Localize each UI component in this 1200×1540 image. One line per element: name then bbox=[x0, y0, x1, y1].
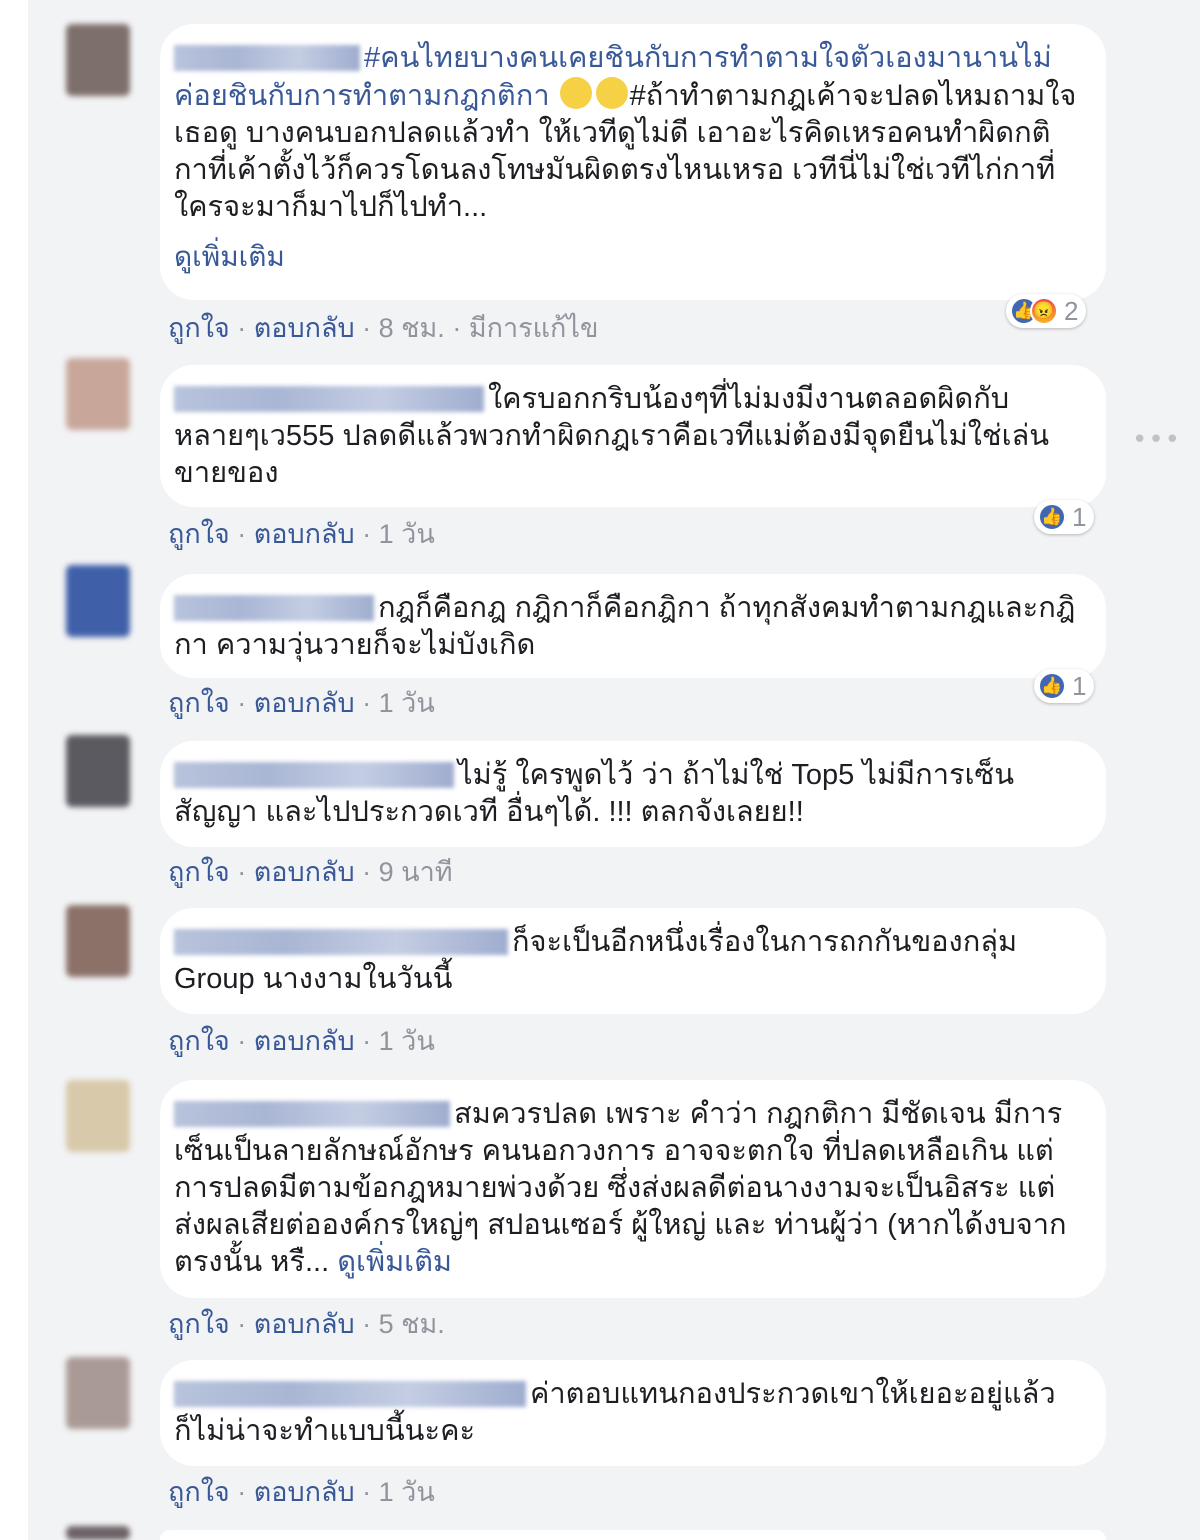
comment-bubble bbox=[160, 1530, 1106, 1540]
roll-eyes-emoji-icon bbox=[595, 77, 628, 109]
avatar[interactable] bbox=[66, 565, 130, 637]
reaction-count: 1 bbox=[1072, 501, 1087, 532]
reaction-summary[interactable]: 👍 1 bbox=[1034, 500, 1095, 534]
avatar[interactable] bbox=[66, 24, 130, 96]
reaction-count: 1 bbox=[1072, 670, 1087, 701]
timestamp[interactable]: 1 วัน bbox=[379, 1477, 435, 1507]
like-button[interactable]: ถูกใจ bbox=[168, 857, 230, 887]
timestamp[interactable]: 9 นาที bbox=[379, 857, 453, 887]
commenter-name[interactable] bbox=[174, 45, 360, 71]
reply-button[interactable]: ตอบกลับ bbox=[254, 1477, 355, 1507]
angry-reaction-icon: 😠 bbox=[1030, 297, 1058, 325]
avatar[interactable] bbox=[66, 1357, 130, 1429]
like-button[interactable]: ถูกใจ bbox=[168, 519, 230, 549]
like-button[interactable]: ถูกใจ bbox=[168, 1309, 230, 1339]
commenter-name[interactable] bbox=[174, 762, 454, 788]
comment-actions: ถูกใจ · ตอบกลับ · 1 วัน bbox=[168, 688, 435, 718]
comment-bubble: ค่าตอบแทนกองประกวดเขาให้เยอะอยู่แล้ว ก็ไ… bbox=[160, 1360, 1106, 1466]
timestamp[interactable]: 8 ชม. bbox=[379, 313, 445, 343]
like-reaction-icon: 👍 bbox=[1038, 503, 1066, 531]
avatar[interactable] bbox=[66, 905, 130, 977]
timestamp[interactable]: 5 ชม. bbox=[379, 1309, 445, 1339]
reply-button[interactable]: ตอบกลับ bbox=[254, 1026, 355, 1056]
avatar[interactable] bbox=[66, 735, 130, 807]
avatar[interactable] bbox=[66, 358, 130, 430]
comment-actions: ถูกใจ · ตอบกลับ · 5 ชม. bbox=[168, 1309, 445, 1339]
avatar[interactable] bbox=[66, 1080, 130, 1152]
comment-bubble: ใครบอกกริบน้องๆที่ไม่มงมีงานตลอดผิดกับหล… bbox=[160, 365, 1106, 507]
commenter-name[interactable] bbox=[174, 595, 374, 621]
comment-bubble: ไม่รู้ ใครพูดไว้ ว่า ถ้าไม่ใช่ Top5 ไม่ม… bbox=[160, 741, 1106, 847]
comment-actions: ถูกใจ · ตอบกลับ · 1 วัน bbox=[168, 1477, 435, 1507]
comment-actions: ถูกใจ · ตอบกลับ · 1 วัน bbox=[168, 519, 435, 549]
reply-button[interactable]: ตอบกลับ bbox=[254, 857, 355, 887]
commenter-name[interactable] bbox=[174, 386, 484, 412]
commenter-name[interactable] bbox=[174, 1381, 526, 1407]
comments-panel: #คนไทยบางคนเคยชินกับการทำตามใจตัวเองมานา… bbox=[28, 0, 1200, 1540]
comment-bubble: ก็จะเป็นอีกหนึ่งเรื่องในการถกกันของกลุ่ม… bbox=[160, 908, 1106, 1014]
like-button[interactable]: ถูกใจ bbox=[168, 1477, 230, 1507]
reaction-summary[interactable]: 👍 😠 2 bbox=[1006, 294, 1087, 328]
see-more-link[interactable]: ดูเพิ่มเติม bbox=[337, 1246, 452, 1278]
edited-label[interactable]: มีการแก้ไข bbox=[469, 313, 599, 343]
roll-eyes-emoji-icon bbox=[559, 77, 592, 109]
like-button[interactable]: ถูกใจ bbox=[168, 688, 230, 718]
like-button[interactable]: ถูกใจ bbox=[168, 1026, 230, 1056]
timestamp[interactable]: 1 วัน bbox=[379, 519, 435, 549]
comment-actions: ถูกใจ · ตอบกลับ · 1 วัน bbox=[168, 1026, 435, 1056]
comment-bubble: #คนไทยบางคนเคยชินกับการทำตามใจตัวเองมานา… bbox=[160, 24, 1106, 300]
reply-button[interactable]: ตอบกลับ bbox=[254, 1309, 355, 1339]
reaction-summary[interactable]: 👍 1 bbox=[1034, 669, 1095, 703]
avatar[interactable] bbox=[66, 1526, 130, 1540]
timestamp[interactable]: 1 วัน bbox=[379, 1026, 435, 1056]
comment-bubble: สมควรปลด เพราะ คำว่า กฎกติกา มีชัดเจน มี… bbox=[160, 1080, 1106, 1298]
like-reaction-icon: 👍 bbox=[1038, 672, 1066, 700]
reply-button[interactable]: ตอบกลับ bbox=[254, 313, 355, 343]
reply-button[interactable]: ตอบกลับ bbox=[254, 519, 355, 549]
timestamp[interactable]: 1 วัน bbox=[379, 688, 435, 718]
more-options-icon[interactable]: ••• bbox=[1132, 425, 1181, 455]
reaction-count: 2 bbox=[1064, 295, 1079, 326]
commenter-name[interactable] bbox=[174, 1101, 450, 1127]
like-button[interactable]: ถูกใจ bbox=[168, 313, 230, 343]
comment-actions: ถูกใจ · ตอบกลับ · 8 ชม. · มีการแก้ไข bbox=[168, 313, 599, 343]
reply-button[interactable]: ตอบกลับ bbox=[254, 688, 355, 718]
see-more-link[interactable]: ดูเพิ่มเติม bbox=[174, 238, 1080, 275]
comment-actions: ถูกใจ · ตอบกลับ · 9 นาที bbox=[168, 857, 453, 887]
commenter-name[interactable] bbox=[174, 929, 508, 955]
comment-bubble: กฎก็คือกฎ กฎิกาก็คือกฎิกา ถ้าทุกสังคมทำต… bbox=[160, 574, 1106, 678]
